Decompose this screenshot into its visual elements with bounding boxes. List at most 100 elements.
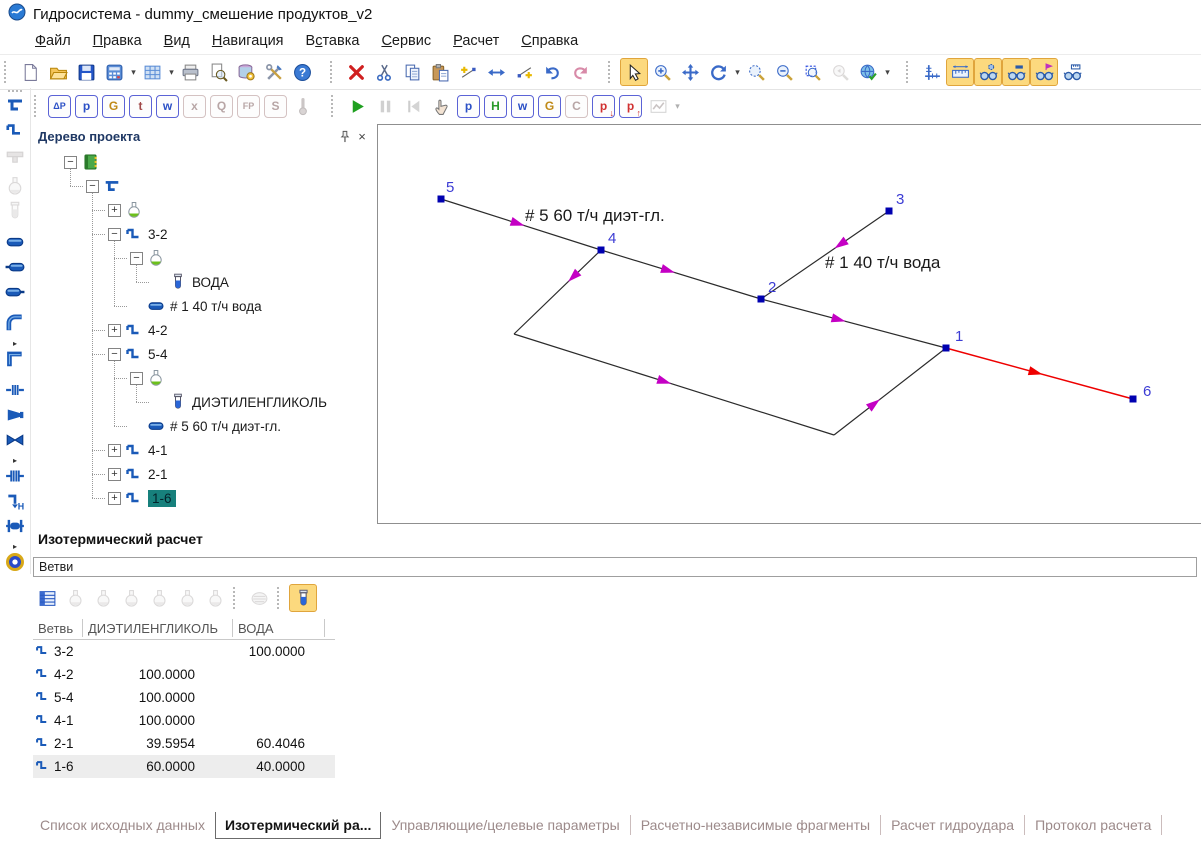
- collapse-toggle[interactable]: −: [86, 180, 99, 193]
- node-5[interactable]: [438, 196, 445, 203]
- pin-icon[interactable]: [335, 127, 353, 145]
- show-flowrate-button[interactable]: G: [102, 95, 125, 118]
- pan-button[interactable]: [676, 58, 704, 86]
- insert-node-button[interactable]: [454, 58, 482, 86]
- show-sizes-button[interactable]: [1058, 58, 1086, 86]
- zoom-in-button[interactable]: [648, 58, 676, 86]
- menu-item-2[interactable]: Правка: [82, 30, 153, 52]
- menu-item-7[interactable]: Расчет: [442, 30, 510, 52]
- scheme-canvas[interactable]: 543216# 5 60 т/ч диэт-гл.# 1 40 т/ч вода: [377, 124, 1201, 524]
- elbow-flyout-button[interactable]: ▸: [13, 338, 17, 349]
- pause-calculation-button[interactable]: [371, 92, 399, 120]
- open-file-button[interactable]: [44, 58, 72, 86]
- tab-5[interactable]: Расчет гидроудара: [881, 812, 1024, 838]
- tab-2[interactable]: Изотермический ра...: [215, 812, 381, 839]
- settings-tools-button[interactable]: [260, 58, 288, 86]
- menu-item-5[interactable]: Вставка: [295, 30, 371, 52]
- table-row-5-4[interactable]: 5-4100.0000: [33, 686, 335, 709]
- network-diagram[interactable]: 543216# 5 60 т/ч диэт-гл.# 1 40 т/ч вода: [378, 125, 1201, 523]
- show-velocity-button[interactable]: w: [156, 95, 179, 118]
- menu-item-3[interactable]: Вид: [153, 30, 201, 52]
- rotate-view-button[interactable]: [704, 58, 732, 86]
- interactive-mode-button[interactable]: [427, 92, 455, 120]
- pump-tool-button[interactable]: [2, 516, 28, 541]
- product-mode-3-button[interactable]: [117, 584, 145, 612]
- product-mode-1-button[interactable]: [61, 584, 89, 612]
- show-dimensions-button[interactable]: [946, 58, 974, 86]
- delete-button[interactable]: [342, 58, 370, 86]
- table-row-2-1[interactable]: 2-139.595460.4046: [33, 732, 335, 755]
- node-2[interactable]: [758, 296, 765, 303]
- menu-item-1[interactable]: Файл: [24, 30, 82, 52]
- undo-button[interactable]: [538, 58, 566, 86]
- menu-item-8[interactable]: Справка: [510, 30, 589, 52]
- reverse-direction-button[interactable]: [482, 58, 510, 86]
- results-scope-selector[interactable]: Ветви: [33, 557, 1197, 577]
- show-nodes-button[interactable]: [974, 58, 1002, 86]
- orifice-tool-button[interactable]: [2, 380, 28, 405]
- close-icon[interactable]: ×: [353, 127, 371, 145]
- table-view-dropdown[interactable]: ▾: [167, 67, 176, 78]
- show-s-button[interactable]: S: [264, 95, 287, 118]
- elbow-sharp-tool-button[interactable]: [2, 349, 28, 374]
- collapse-toggle[interactable]: −: [108, 228, 121, 241]
- reducer-tool-button[interactable]: [2, 405, 28, 430]
- result-velocity-button[interactable]: w: [511, 95, 534, 118]
- column-header-3[interactable]: ВОДА: [233, 619, 325, 637]
- edge-wB-1[interactable]: [834, 348, 946, 435]
- node-3[interactable]: [886, 208, 893, 215]
- expand-toggle[interactable]: +: [108, 204, 121, 217]
- collapse-toggle[interactable]: −: [130, 372, 143, 385]
- show-flow-arrows-button[interactable]: [1030, 58, 1058, 86]
- step-back-button[interactable]: [399, 92, 427, 120]
- tree-item[interactable]: −: [30, 150, 411, 174]
- local-dimensions-button[interactable]: [918, 58, 946, 86]
- help-button[interactable]: ?: [288, 58, 316, 86]
- show-pressure-button[interactable]: p: [75, 95, 98, 118]
- redo-button[interactable]: [566, 58, 594, 86]
- table-row-3-2[interactable]: 3-2100.0000: [33, 640, 335, 663]
- menu-item-6[interactable]: Сервис: [370, 30, 442, 52]
- component-tool-button[interactable]: [2, 201, 28, 226]
- result-p-max-button[interactable]: p↑: [619, 95, 642, 118]
- expand-toggle[interactable]: +: [108, 324, 121, 337]
- result-p-min-button[interactable]: p↓: [592, 95, 615, 118]
- rotate-view-dropdown[interactable]: ▾: [733, 67, 742, 78]
- height-change-tool-button[interactable]: H: [2, 491, 28, 516]
- tab-3[interactable]: Управляющие/целевые параметры: [381, 812, 629, 838]
- show-elements-button[interactable]: [1002, 58, 1030, 86]
- tab-1[interactable]: Список исходных данных: [30, 812, 215, 838]
- zoom-previous-button[interactable]: [826, 58, 854, 86]
- table-row-1-6[interactable]: 1-660.000040.0000: [33, 755, 335, 778]
- table-row-4-1[interactable]: 4-1100.0000: [33, 709, 335, 732]
- zoom-window-button[interactable]: [742, 58, 770, 86]
- branch-tool-button[interactable]: [2, 120, 28, 145]
- composition-mode-button[interactable]: [289, 584, 317, 612]
- table-view-button[interactable]: [138, 58, 166, 86]
- show-q-button[interactable]: Q: [210, 95, 233, 118]
- valve-tool-button[interactable]: [2, 430, 28, 455]
- show-dp-button[interactable]: ΔP: [48, 95, 71, 118]
- show-chart-dropdown[interactable]: ▾: [673, 101, 682, 112]
- zoom-region-button[interactable]: [798, 58, 826, 86]
- scheme-view-button[interactable]: [854, 58, 882, 86]
- product-mode-4-button[interactable]: [145, 584, 173, 612]
- tab-4[interactable]: Расчетно-независимые фрагменты: [631, 812, 880, 838]
- edge-wA-wB[interactable]: [514, 334, 834, 435]
- pump-flyout-button[interactable]: ▸: [13, 541, 17, 552]
- result-pressure-button[interactable]: p: [457, 95, 480, 118]
- menu-item-4[interactable]: Навигация: [201, 30, 295, 52]
- save-button[interactable]: [72, 58, 100, 86]
- elbow-curved-tool-button[interactable]: [2, 313, 28, 338]
- paste-button[interactable]: [426, 58, 454, 86]
- tab-6[interactable]: Протокол расчета: [1025, 812, 1161, 838]
- show-fp-button[interactable]: FP: [237, 95, 260, 118]
- print-preview-button[interactable]: [204, 58, 232, 86]
- product-tool-button[interactable]: [2, 176, 28, 201]
- pipe-segment-tool-button[interactable]: [2, 232, 28, 257]
- edge-4-2[interactable]: [601, 250, 761, 299]
- flanges-tool-button[interactable]: [2, 466, 28, 491]
- show-temperature-button[interactable]: t: [129, 95, 152, 118]
- table-row-4-2[interactable]: 4-2100.0000: [33, 663, 335, 686]
- node-1[interactable]: [943, 345, 950, 352]
